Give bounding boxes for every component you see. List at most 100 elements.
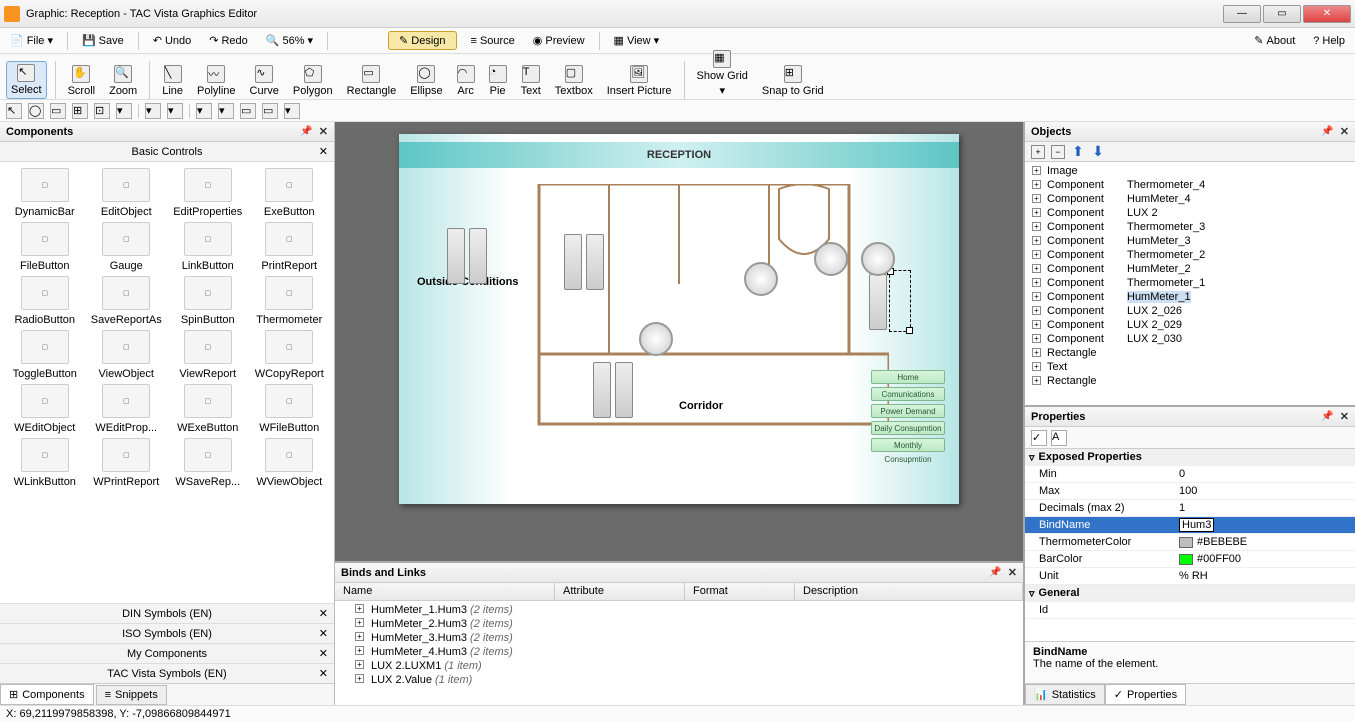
file-menu[interactable]: 📄 File ▾	[6, 32, 57, 49]
component-item[interactable]: ▢EditObject	[87, 168, 165, 218]
bind-node[interactable]: +HumMeter_2.Hum3 (2 items)	[341, 617, 1017, 631]
bind-node[interactable]: +HumMeter_1.Hum3 (2 items)	[341, 603, 1017, 617]
object-row[interactable]: +ComponentHumMeter_3	[1029, 234, 1351, 248]
component-item[interactable]: ▢WCopyReport	[250, 330, 328, 380]
close-icon[interactable]: ✕	[319, 607, 328, 620]
select-tool[interactable]: ↖Select	[6, 61, 47, 99]
property-row[interactable]: BindNameHum3	[1025, 517, 1355, 534]
objects-tree[interactable]: +Image+ComponentThermometer_4 +ComponentH…	[1025, 162, 1355, 405]
gauge-icon[interactable]	[861, 242, 895, 276]
component-item[interactable]: ▢Thermometer	[250, 276, 328, 326]
basic-controls-header[interactable]: Basic Controls✕	[0, 142, 334, 162]
object-row[interactable]: +Image	[1029, 164, 1351, 178]
gauge-icon[interactable]	[639, 322, 673, 356]
categorize-icon[interactable]: ✓	[1031, 430, 1047, 446]
symbol-group[interactable]: ISO Symbols (EN)✕	[0, 623, 334, 643]
polyline-tool[interactable]: 〰Polyline	[193, 63, 240, 99]
tab-snippets[interactable]: ≡ Snippets	[96, 685, 167, 705]
component-item[interactable]: ▢Gauge	[87, 222, 165, 272]
object-row[interactable]: +Rectangle	[1029, 374, 1351, 388]
arc-tool[interactable]: ◠Arc	[453, 63, 479, 99]
zoom-dropdown[interactable]: 🔍 56% ▾	[262, 32, 317, 49]
help-button[interactable]: ? Help	[1309, 32, 1349, 49]
snap-grid-tool[interactable]: ⊞Snap to Grid	[758, 63, 828, 99]
mini-tool[interactable]: ▾	[116, 103, 132, 119]
curve-tool[interactable]: ∿Curve	[246, 63, 283, 99]
mini-tool[interactable]: ▾	[218, 103, 234, 119]
property-row[interactable]: Min0	[1025, 466, 1355, 483]
mini-tool[interactable]: ⊡	[94, 103, 110, 119]
gauge-icon[interactable]	[744, 262, 778, 296]
about-button[interactable]: ✎ About	[1250, 32, 1299, 49]
close-icon[interactable]: ✕	[319, 647, 328, 660]
source-tab[interactable]: ≡ Source	[467, 33, 519, 49]
object-row[interactable]: +Rectangle	[1029, 346, 1351, 360]
mini-tool[interactable]: ↖	[6, 103, 22, 119]
object-row[interactable]: +ComponentLUX 2_026	[1029, 304, 1351, 318]
component-item[interactable]: ▢ExeButton	[250, 168, 328, 218]
thermometer-icon[interactable]	[869, 274, 887, 330]
object-row[interactable]: +ComponentThermometer_4	[1029, 178, 1351, 192]
symbol-group[interactable]: TAC Vista Symbols (EN)✕	[0, 663, 334, 683]
property-row[interactable]: Decimals (max 2)1	[1025, 500, 1355, 517]
object-row[interactable]: +ComponentLUX 2_029	[1029, 318, 1351, 332]
nav-button[interactable]: Monthly Consupmtion	[871, 438, 945, 452]
close-icon[interactable]: ✕	[319, 627, 328, 640]
thermometer-icon[interactable]	[564, 234, 582, 290]
minimize-button[interactable]: —	[1223, 5, 1261, 23]
polygon-tool[interactable]: ⬠Polygon	[289, 63, 337, 99]
pin-icon[interactable]: 📌	[300, 126, 312, 137]
tab-properties[interactable]: ✓ Properties	[1105, 684, 1186, 705]
properties-grid[interactable]: ▿Exposed PropertiesMin0Max100Decimals (m…	[1025, 449, 1355, 641]
pie-tool[interactable]: ◔Pie	[485, 63, 511, 99]
nav-button[interactable]: Comunications	[871, 387, 945, 401]
line-tool[interactable]: ╲Line	[158, 63, 187, 99]
component-item[interactable]: ▢WExeButton	[169, 384, 247, 434]
object-row[interactable]: +ComponentHumMeter_1	[1029, 290, 1351, 304]
hummeter-icon[interactable]	[615, 362, 633, 418]
component-item[interactable]: ▢WViewObject	[250, 438, 328, 488]
nav-button[interactable]: Home	[871, 370, 945, 384]
canvas-area[interactable]: RECEPTION Outside Conditions Corridor	[335, 122, 1023, 561]
text-tool[interactable]: TText	[517, 63, 545, 99]
move-up-icon[interactable]: ⬆	[1071, 145, 1085, 159]
hummeter-icon[interactable]	[469, 228, 487, 284]
component-item[interactable]: ▢SaveReportAs	[87, 276, 165, 326]
show-grid-tool[interactable]: ▦Show Grid ▾	[693, 48, 752, 99]
component-item[interactable]: ▢SpinButton	[169, 276, 247, 326]
mini-tool[interactable]: ▾	[167, 103, 183, 119]
property-row[interactable]: ThermometerColor#BEBEBE	[1025, 534, 1355, 551]
selection-box[interactable]	[889, 270, 911, 332]
object-row[interactable]: +ComponentLUX 2	[1029, 206, 1351, 220]
save-button[interactable]: 💾 Save	[78, 32, 128, 49]
object-row[interactable]: +ComponentThermometer_2	[1029, 248, 1351, 262]
bind-node[interactable]: +HumMeter_3.Hum3 (2 items)	[341, 631, 1017, 645]
nav-button[interactable]: Daily Consupmtion	[871, 421, 945, 435]
component-item[interactable]: ▢WFileButton	[250, 384, 328, 434]
pin-icon[interactable]: 📌	[1321, 411, 1333, 422]
nav-button[interactable]: Power Demand	[871, 404, 945, 418]
property-row[interactable]: Max100	[1025, 483, 1355, 500]
scroll-tool[interactable]: ✋Scroll	[64, 63, 100, 99]
move-down-icon[interactable]: ⬇	[1091, 145, 1105, 159]
rectangle-tool[interactable]: ▭Rectangle	[343, 63, 401, 99]
object-row[interactable]: +Text	[1029, 360, 1351, 374]
object-row[interactable]: +ComponentHumMeter_2	[1029, 262, 1351, 276]
pin-icon[interactable]: 📌	[989, 567, 1001, 578]
tab-components[interactable]: ⊞ Components	[0, 684, 94, 705]
component-item[interactable]: ▢WSaveRep...	[169, 438, 247, 488]
close-icon[interactable]: ✕	[319, 125, 328, 138]
mini-tool[interactable]: ▭	[240, 103, 256, 119]
mini-tool[interactable]: ▭	[50, 103, 66, 119]
component-item[interactable]: ▢ToggleButton	[6, 330, 84, 380]
component-item[interactable]: ▢WEditProp...	[87, 384, 165, 434]
thermometer-icon[interactable]	[447, 228, 465, 284]
mini-tool[interactable]: ▾	[145, 103, 161, 119]
mini-tool[interactable]: ⊞	[72, 103, 88, 119]
close-icon[interactable]: ✕	[1340, 125, 1349, 138]
view-menu[interactable]: ▦ View ▾	[610, 32, 664, 49]
object-row[interactable]: +ComponentLUX 2_030	[1029, 332, 1351, 346]
binds-tree[interactable]: +HumMeter_1.Hum3 (2 items)+HumMeter_2.Hu…	[335, 601, 1023, 705]
maximize-button[interactable]: ▭	[1263, 5, 1301, 23]
redo-button[interactable]: ↷ Redo	[205, 32, 252, 49]
